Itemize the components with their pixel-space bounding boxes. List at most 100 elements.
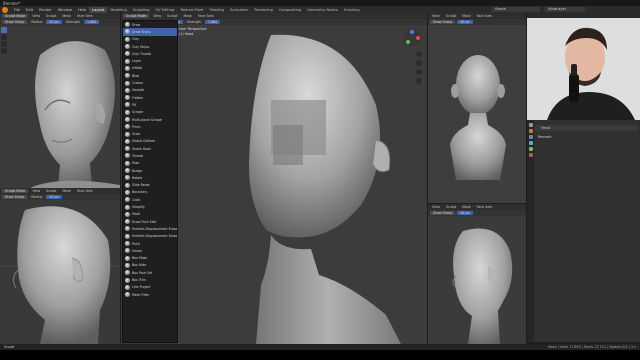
modifier-tab-icon[interactable] [528, 135, 533, 139]
tool-draw-icon[interactable] [1, 27, 7, 33]
menu-view[interactable]: View [30, 14, 42, 18]
object-tab-icon[interactable] [528, 129, 533, 133]
brush-menu-item[interactable]: Inflate [123, 65, 177, 72]
viewport-top-right[interactable]: View Sculpt Mask Face Sets Draw Sharp 50… [428, 13, 526, 203]
menu-sculpt[interactable]: Sculpt [444, 14, 458, 18]
menu-sculpt[interactable]: Sculpt [444, 205, 458, 209]
brush-selector[interactable]: Draw Sharp [430, 211, 456, 215]
properties-object-name[interactable]: Head [535, 125, 638, 131]
menu-sculpt[interactable]: Sculpt [165, 14, 179, 18]
brush-menu-item[interactable]: Multires Displacement Eraser [123, 225, 177, 232]
menu-edit[interactable]: Edit [23, 8, 36, 12]
brush-menu-item[interactable]: Smear [123, 247, 177, 254]
brush-menu-item[interactable]: Rotate [123, 174, 177, 181]
viewport-bottom-left[interactable]: Sculpt Mode View Sculpt Mask Face Sets D… [0, 188, 120, 344]
brush-menu-item[interactable]: Crease [123, 79, 177, 86]
brush-menu-item[interactable]: Thumb [123, 152, 177, 159]
menu-mask[interactable]: Mask [460, 205, 473, 209]
brush-selector[interactable]: Draw Sharp [430, 20, 456, 24]
brush-menu-item[interactable]: Mask [123, 211, 177, 218]
menu-render[interactable]: Render [36, 8, 55, 12]
menu-mask[interactable]: Mask [60, 189, 73, 193]
radius-field[interactable]: 50 px [457, 20, 473, 24]
zoom-icon[interactable] [416, 51, 422, 57]
workspace-tab-geometry-nodes[interactable]: Geometry Nodes [304, 7, 340, 13]
viewport-bottom-right[interactable]: View Sculpt Mask Face Sets Draw Sharp 50… [428, 204, 526, 344]
menu-mask[interactable]: Mask [60, 14, 73, 18]
workspace-tab-scripting[interactable]: Scripting [341, 7, 363, 13]
brush-menu-item[interactable]: Pose [123, 160, 177, 167]
menu-face-sets[interactable]: Face Sets [75, 14, 95, 18]
brush-menu-item[interactable]: Box Mask [123, 255, 177, 262]
blender-logo-icon[interactable] [2, 6, 8, 13]
brush-menu-item[interactable]: Elastic Deform [123, 138, 177, 145]
workspace-tab-shading[interactable]: Shading [206, 7, 227, 13]
workspace-tab-texture-paint[interactable]: Texture Paint [177, 7, 206, 13]
brush-menu-item[interactable]: Blob [123, 72, 177, 79]
workspace-tab-compositing[interactable]: Compositing [276, 7, 305, 13]
brush-menu-item[interactable]: Draw Face Sets [123, 218, 177, 225]
menu-mask[interactable]: Mask [181, 14, 194, 18]
workspace-tab-rendering[interactable]: Rendering [251, 7, 275, 13]
menu-face-sets[interactable]: Face Sets [475, 205, 495, 209]
brush-menu-item[interactable]: Nudge [123, 167, 177, 174]
brush-selector[interactable]: Draw Sharp [2, 20, 28, 24]
brush-menu-item[interactable]: Simplify [123, 203, 177, 210]
material-tab-icon[interactable] [528, 153, 533, 157]
menu-view[interactable]: View [430, 14, 442, 18]
physics-tab-icon[interactable] [528, 141, 533, 145]
tool-clay-icon[interactable] [1, 34, 7, 40]
workspace-tab-uv-editing[interactable]: UV Editing [153, 7, 178, 13]
radius-field[interactable]: 50 px [457, 211, 473, 215]
mode-selector[interactable]: Sculpt Mode [123, 14, 150, 18]
brush-selector[interactable]: Draw Sharp [2, 195, 28, 199]
brush-menu-item[interactable]: Line Project [123, 284, 177, 291]
workspace-tab-layout[interactable]: Layout [89, 6, 108, 13]
brush-menu-item[interactable]: Snake Hook [123, 145, 177, 152]
brush-menu-item[interactable]: Box Face Set [123, 269, 177, 276]
menu-sculpt[interactable]: Sculpt [44, 189, 58, 193]
radius-field[interactable]: 50 px [46, 195, 62, 199]
brush-menu-item[interactable]: Draw Sharp [123, 28, 177, 36]
radius-field[interactable]: 50 px [46, 20, 62, 24]
tool-grab-icon[interactable] [1, 48, 7, 54]
brush-menu-item[interactable]: Paint [123, 240, 177, 247]
brush-menu-item[interactable]: Fill [123, 101, 177, 108]
brush-menu-item[interactable]: Slide Relax [123, 182, 177, 189]
workspace-tab-animation[interactable]: Animation [227, 7, 251, 13]
menu-window[interactable]: Window [55, 8, 75, 12]
camera-icon[interactable] [416, 69, 422, 75]
tool-tab-icon[interactable] [528, 123, 533, 127]
data-tab-icon[interactable] [528, 147, 533, 151]
brush-menu-item[interactable]: Clay Thumb [123, 50, 177, 57]
hand-pan-icon[interactable] [416, 60, 422, 66]
brush-menu-item[interactable]: Mesh Filter [123, 291, 177, 298]
brush-menu-item[interactable]: Smooth [123, 87, 177, 94]
menu-view[interactable]: View [151, 14, 163, 18]
viewport-top-left[interactable]: Sculpt Mode View Sculpt Mask Face Sets D… [0, 13, 120, 188]
menu-face-sets[interactable]: Face Sets [475, 14, 495, 18]
menu-view[interactable]: View [30, 189, 42, 193]
workspace-tab-sculpting[interactable]: Sculpting [130, 7, 153, 13]
brush-menu-item[interactable]: Layer [123, 57, 177, 64]
brush-menu-item[interactable]: Cloth [123, 196, 177, 203]
brush-menu-item[interactable]: Multires Displacement Smear [123, 233, 177, 240]
mode-selector[interactable]: Sculpt Mode [2, 14, 29, 18]
grid-icon[interactable] [416, 78, 422, 84]
menu-file[interactable]: File [11, 8, 23, 12]
strength-field[interactable]: 1.000 [204, 20, 221, 24]
brush-menu-item[interactable]: Pinch [123, 123, 177, 130]
brush-menu-item[interactable]: Box Trim [123, 276, 177, 283]
brush-menu-item[interactable]: Grab [123, 130, 177, 137]
menu-face-sets[interactable]: Face Sets [75, 189, 95, 193]
brush-menu-item[interactable]: Multi-plane Scrape [123, 116, 177, 123]
navigation-gizmo[interactable] [403, 29, 421, 47]
menu-sculpt[interactable]: Sculpt [44, 14, 58, 18]
menu-mask[interactable]: Mask [460, 14, 473, 18]
brush-menu-item[interactable]: Box Hide [123, 262, 177, 269]
brush-menu-item[interactable]: Draw [123, 21, 177, 28]
brush-menu-item[interactable]: Clay Strips [123, 43, 177, 50]
menu-view[interactable]: View [430, 205, 442, 209]
tool-smooth-icon[interactable] [1, 41, 7, 47]
properties-section-remesh[interactable]: Remesh [535, 134, 638, 140]
